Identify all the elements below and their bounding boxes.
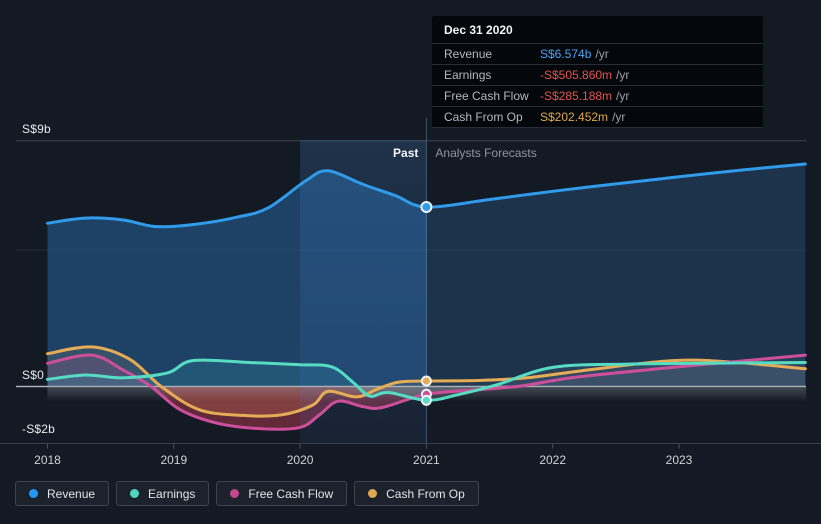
tooltip-label: Revenue <box>444 47 493 61</box>
x-axis-label-2022: 2022 <box>539 453 567 467</box>
tooltip-label: Earnings <box>444 68 492 82</box>
forecast-zone-label: Analysts Forecasts <box>435 146 537 160</box>
legend: Revenue Earnings Free Cash Flow Cash Fro… <box>15 481 479 506</box>
tooltip-value: S$6.574b <box>540 47 592 61</box>
earnings-revenue-growth-chart: S$9b S$0 -S$2b 2018 2019 2020 2021 2022 … <box>0 0 821 524</box>
legend-item-revenue[interactable]: Revenue <box>15 481 110 506</box>
x-axis-label-2018: 2018 <box>34 453 61 467</box>
tooltip-date: Dec 31 2020 <box>444 23 513 37</box>
earnings-dot-icon <box>130 489 140 498</box>
x-axis-label-2023: 2023 <box>665 453 693 467</box>
tooltip-unit: /yr <box>612 110 626 124</box>
past-zone-label: Past <box>393 146 419 160</box>
tooltip-value: S$202.452m <box>540 110 609 124</box>
legend-label: Revenue <box>47 486 96 501</box>
legend-item-cash-from-op[interactable]: Cash From Op <box>354 481 479 506</box>
cash-from-op-dot-icon <box>368 489 378 498</box>
tooltip: Dec 31 2020 Revenue S$6.574b /yr Earning… <box>432 16 763 128</box>
tooltip-unit: /yr <box>616 89 630 103</box>
tooltip-label: Free Cash Flow <box>444 89 529 103</box>
x-axis-label-2020: 2020 <box>286 453 314 467</box>
x-axis-label-2019: 2019 <box>160 453 188 467</box>
tooltip-value: -S$505.860m <box>540 68 613 82</box>
tooltip-label: Cash From Op <box>444 110 523 124</box>
tooltip-unit: /yr <box>616 68 630 82</box>
tooltip-row-earnings: Earnings -S$505.860m /yr <box>432 64 763 85</box>
free-cash-flow-dot-icon <box>230 489 240 498</box>
revenue-marker[interactable] <box>420 201 433 213</box>
tooltip-row-free-cash-flow: Free Cash Flow -S$285.188m /yr <box>432 85 763 106</box>
legend-item-free-cash-flow[interactable]: Free Cash Flow <box>216 481 348 506</box>
cash-from-op-marker[interactable] <box>420 375 432 387</box>
legend-item-earnings[interactable]: Earnings <box>116 481 210 506</box>
tooltip-unit: /yr <box>595 47 609 61</box>
legend-label: Earnings <box>148 486 196 501</box>
tooltip-value: -S$285.188m <box>540 89 613 103</box>
legend-label: Free Cash Flow <box>248 486 334 501</box>
tooltip-row-revenue: Revenue S$6.574b /yr <box>432 43 763 64</box>
revenue-dot-icon <box>29 489 38 498</box>
y-axis-label-neg2b: -S$2b <box>22 422 56 437</box>
x-axis-label-2021: 2021 <box>413 453 440 467</box>
earnings-marker[interactable] <box>420 394 432 406</box>
legend-label: Cash From Op <box>386 486 465 501</box>
y-axis-label-9b: S$9b <box>22 121 51 136</box>
tooltip-row-cash-from-op: Cash From Op S$202.452m /yr <box>432 106 763 128</box>
y-axis-label-0: S$0 <box>22 367 44 382</box>
